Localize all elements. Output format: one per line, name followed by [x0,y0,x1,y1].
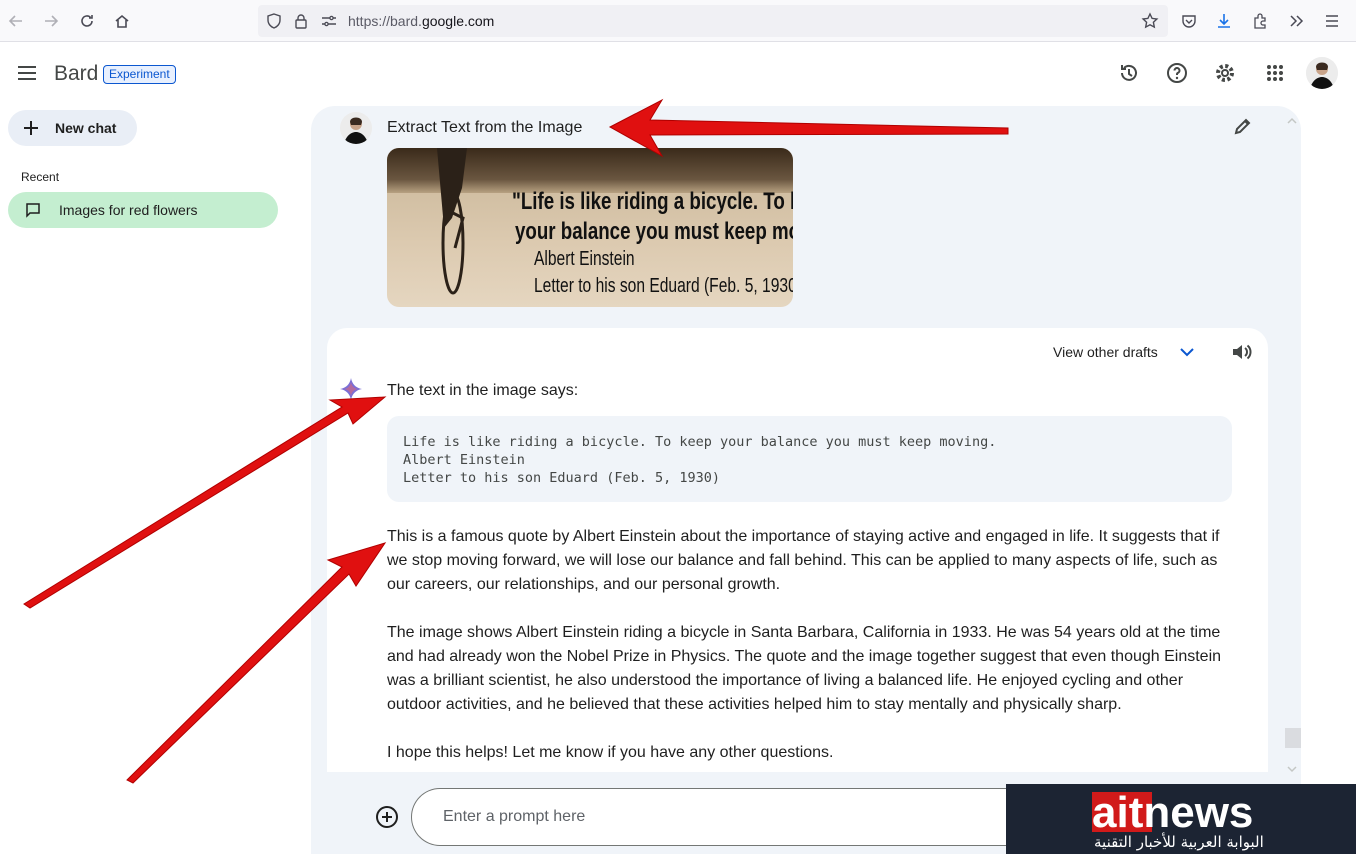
quote-author: Albert Einstein [534,248,635,270]
forward-icon[interactable] [38,8,64,34]
code-block: Life is like riding a bicycle. To keep y… [387,416,1232,502]
code-line: Albert Einstein [403,452,525,468]
scroll-up-icon[interactable] [1287,112,1297,130]
permissions-icon[interactable] [321,14,337,33]
response-paragraph: The image shows Albert Einstein riding a… [387,624,1222,713]
watermark-subtitle: البوابة العربية للأخبار التقنية [1094,833,1264,851]
extensions-icon[interactable] [1247,8,1273,34]
add-image-icon[interactable] [375,805,399,829]
user-query-text: Extract Text from the Image [387,119,583,136]
recent-heading: Recent [21,170,60,184]
brand-title: Bard [54,62,99,85]
browser-menu-icon[interactable] [1319,8,1345,34]
help-icon[interactable] [1164,60,1190,86]
response-intro: The text in the image says: [387,382,579,399]
history-icon[interactable] [1116,60,1142,86]
overflow-icon[interactable] [1283,8,1309,34]
quote-line-2: your balance you must keep moving." [515,218,793,245]
lock-icon[interactable] [294,13,308,34]
view-other-drafts-button[interactable]: View other drafts [1053,344,1158,360]
home-icon[interactable] [109,8,135,34]
plus-icon [23,120,39,141]
address-bar[interactable]: https://bard.google.com [258,5,1168,37]
quote-source: Letter to his son Eduard (Feb. 5, 1930) [534,275,793,297]
scrollbar-thumb[interactable] [1285,728,1301,748]
watermark-title: aitnews [1092,788,1254,837]
scroll-down-icon[interactable] [1287,760,1297,778]
recent-chat-item[interactable]: Images for red flowers [8,192,278,228]
edit-pencil-icon[interactable] [1233,116,1253,141]
chevron-down-icon[interactable] [1179,345,1195,364]
recent-chat-label: Images for red flowers [59,202,198,218]
account-avatar[interactable] [1306,57,1338,89]
url-text: https://bard.google.com [348,13,495,29]
prompt-input[interactable]: Enter a prompt here [411,788,1031,846]
bookmark-star-icon[interactable] [1137,8,1163,34]
new-chat-button[interactable]: New chat [8,110,137,146]
shield-icon[interactable] [266,13,282,34]
user-avatar [340,112,372,144]
aitnews-watermark: aitnews البوابة العربية للأخبار التقنية [1006,784,1356,854]
app-header: Bard Experiment [0,42,1356,104]
response-paragraph: This is a famous quote by Albert Einstei… [387,528,1220,593]
apps-grid-icon[interactable] [1262,60,1288,86]
menu-icon[interactable] [14,60,40,86]
quote-line-1: "Life is like riding a bicycle. To keep [512,188,793,215]
reload-icon[interactable] [74,8,100,34]
code-line: Life is like riding a bicycle. To keep y… [403,434,997,450]
pocket-icon[interactable] [1176,8,1202,34]
chat-bubble-icon [25,202,41,223]
settings-icon[interactable] [1212,60,1238,86]
back-icon[interactable] [3,8,29,34]
bard-sparkle-icon [340,378,362,400]
bicycle-rider-illustration [437,148,467,295]
download-icon[interactable] [1211,8,1237,34]
uploaded-quote-image: "Life is like riding a bicycle. To keep … [387,148,793,307]
prompt-placeholder: Enter a prompt here [443,808,586,825]
code-line: Letter to his son Eduard (Feb. 5, 1930) [403,470,720,486]
speaker-icon[interactable] [1231,341,1253,368]
response-paragraph: I hope this helps! Let me know if you ha… [387,744,834,761]
new-chat-label: New chat [55,120,117,136]
browser-toolbar: https://bard.google.com [0,0,1356,42]
experiment-badge: Experiment [103,65,176,84]
